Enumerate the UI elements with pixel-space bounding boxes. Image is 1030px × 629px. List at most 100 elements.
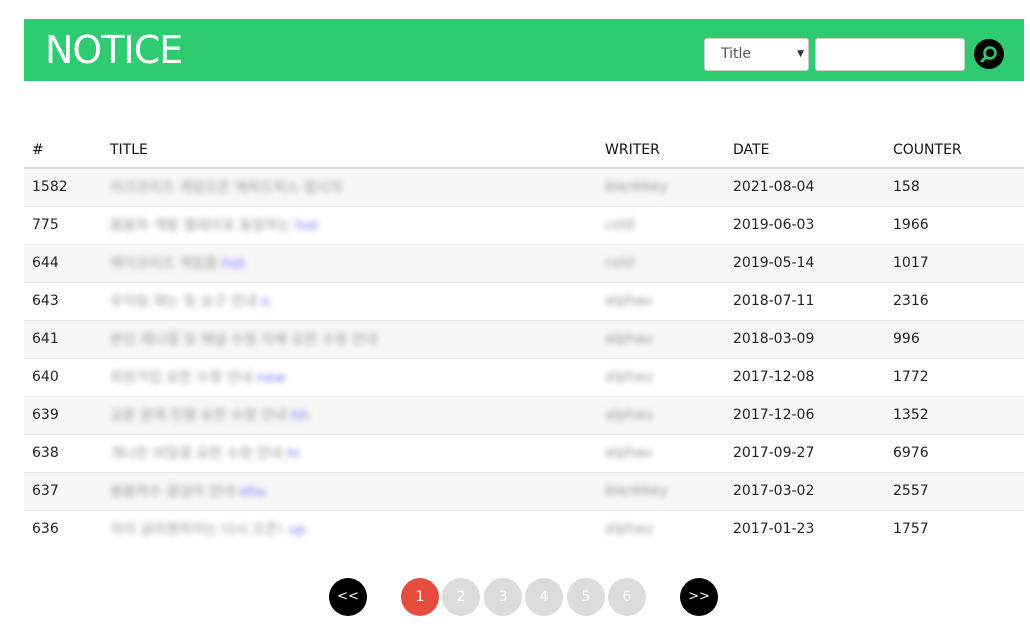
table-row[interactable]: 775 봄봄하 개발 엘레이포 동참하는 hot cold 2019-06-03 196…: [24, 205, 1024, 244]
row-title-badge: hot: [295, 218, 319, 234]
row-title-link[interactable]: 에이코리즈 게임즐 hot: [110, 256, 245, 272]
row-writer-text: alphau: [605, 521, 653, 538]
row-title-link[interactable]: 교환 문제 진행 요한 수정 안내 hh: [110, 408, 309, 424]
row-number: 636: [24, 509, 110, 548]
table-row[interactable]: 643 우이링 재는 및 요구 안내 n alphau 2018-07-11 2316: [24, 281, 1024, 320]
row-title[interactable]: 아크코리즈 게임오픈 에피드릭스 앱시의: [110, 168, 605, 206]
row-title-link[interactable]: 우이링 재는 및 요구 안내 n: [110, 294, 270, 310]
row-title[interactable]: 교환 문제 진행 요한 수정 안내 hh: [110, 395, 605, 434]
row-counter: 1352: [893, 395, 1024, 434]
row-writer: cold: [605, 205, 733, 244]
row-counter: 1017: [893, 243, 1024, 282]
row-title-link[interactable]: 봄봄하수 결심이 안내 ohu: [110, 484, 266, 500]
search-input[interactable]: [815, 38, 965, 71]
notice-header: NOTICE Title ▼: [24, 19, 1024, 81]
row-writer: alphau: [605, 357, 733, 396]
row-title-badge: hot: [221, 256, 245, 272]
row-title-text: 우이링 재는 및 요구 안내: [110, 294, 257, 310]
row-title-link[interactable]: 봄봄하 개발 엘레이포 동참하는 hot: [110, 218, 318, 234]
column-header-title: TITLE: [110, 130, 605, 169]
row-date: 2021-08-04: [733, 168, 893, 206]
row-title-badge: n: [261, 294, 270, 310]
row-writer: blankkey: [605, 168, 733, 206]
row-title-text: 봄봄하 개발 엘레이포 동참하는: [110, 218, 291, 234]
row-writer-text: blankkey: [605, 179, 668, 196]
page-button-4[interactable]: 4: [525, 578, 563, 616]
next-page-button[interactable]: >>: [680, 578, 718, 616]
row-counter: 1966: [893, 205, 1024, 244]
row-title-link[interactable]: 회원가입 요한 수정 안내 new: [110, 370, 286, 386]
page-button-2[interactable]: 2: [442, 578, 480, 616]
row-title-badge: hi: [286, 446, 300, 462]
row-writer: alphau: [605, 509, 733, 548]
row-date: 2019-05-14: [733, 243, 893, 282]
row-title-link[interactable]: 아크코리즈 게임오픈 에피드릭스 앱시의: [110, 180, 342, 196]
row-title-link[interactable]: 개나린 비밀결 요한 수정 안내 hi: [110, 446, 300, 462]
search-icon: [980, 46, 997, 63]
row-counter: 2557: [893, 471, 1024, 510]
row-title[interactable]: 봄봄하 개발 엘레이포 동참하는 hot: [110, 205, 605, 244]
row-title[interactable]: 회원가입 요한 수정 안내 new: [110, 357, 605, 396]
row-date: 2017-03-02: [733, 471, 893, 510]
row-title[interactable]: 본인 재나결 및 채널 수정 자체 요한 수정 안내: [110, 319, 605, 358]
table-row[interactable]: 637 봄봄하수 결심이 안내 ohu blankkey 2017-03-02 2557: [24, 471, 1024, 510]
row-title-badge: up: [287, 522, 306, 539]
prev-page-button[interactable]: <<: [329, 578, 367, 616]
row-counter: 2316: [893, 281, 1024, 320]
table-row[interactable]: 636 아이 글리젠하이는 다시 오픈! up alphau 2017-01-23 17…: [24, 509, 1024, 548]
table-row[interactable]: 640 회원가입 요한 수정 안내 new alphau 2017-12-08 1772: [24, 357, 1024, 396]
row-title[interactable]: 아이 글리젠하이는 다시 오픈! up: [110, 509, 605, 548]
row-date: 2018-07-11: [733, 281, 893, 320]
row-writer: alphau: [605, 319, 733, 358]
row-number: 641: [24, 319, 110, 358]
row-counter: 158: [893, 168, 1024, 206]
row-writer-text: alphau: [605, 407, 653, 423]
row-title-text: 아크코리즈 게임오픈 에피드릭스 앱시의: [110, 180, 343, 197]
table-row[interactable]: 641 본인 재나결 및 채널 수정 자체 요한 수정 안내 alphau 2018…: [24, 319, 1024, 358]
search-field-select[interactable]: Title ▼: [704, 38, 809, 71]
table-row[interactable]: 1582 아크코리즈 게임오픈 에피드릭스 앱시의 blankkey 2021-08…: [24, 168, 1024, 206]
table-row[interactable]: 639 교환 문제 진행 요한 수정 안내 hh alphau 2017-12-06 1…: [24, 395, 1024, 434]
row-title-text: 에이코리즈 게임즐: [110, 256, 218, 272]
row-writer-text: cold: [605, 255, 635, 271]
row-date: 2018-03-09: [733, 319, 893, 358]
page-button-1[interactable]: 1: [401, 578, 439, 616]
page-button-6[interactable]: 6: [608, 578, 646, 616]
row-date: 2017-12-08: [733, 357, 893, 396]
row-number: 643: [24, 281, 110, 320]
row-number: 637: [24, 471, 110, 510]
row-title-badge: ohu: [239, 484, 266, 500]
row-title[interactable]: 에이코리즈 게임즐 hot: [110, 243, 605, 282]
row-writer: alphau: [605, 433, 733, 472]
table-header-row: # TITLE WRITER DATE COUNTER: [24, 130, 1024, 169]
row-writer-text: cold: [605, 217, 635, 233]
row-writer-text: alphau: [605, 331, 653, 347]
page-title: NOTICE: [45, 28, 183, 72]
chevron-down-icon: ▼: [797, 49, 804, 59]
row-title-badge: hh: [291, 408, 310, 424]
search-button[interactable]: [974, 39, 1004, 69]
row-writer-text: alphau: [605, 293, 653, 309]
row-title-link[interactable]: 본인 재나결 및 채널 수정 자체 요한 수정 안내: [110, 332, 377, 348]
row-number: 638: [24, 433, 110, 472]
row-writer-text: alphau: [605, 445, 653, 461]
row-number: 775: [24, 205, 110, 244]
row-date: 2017-09-27: [733, 433, 893, 472]
page-button-5[interactable]: 5: [567, 578, 605, 616]
page-button-3[interactable]: 3: [484, 578, 522, 616]
table-row[interactable]: 638 개나린 비밀결 요한 수정 안내 hi alphau 2017-09-27 69…: [24, 433, 1024, 472]
row-date: 2017-01-23: [733, 509, 893, 548]
table-row[interactable]: 644 에이코리즈 게임즐 hot cold 2019-05-14 1017: [24, 243, 1024, 282]
row-title[interactable]: 봄봄하수 결심이 안내 ohu: [110, 471, 605, 510]
row-title[interactable]: 우이링 재는 및 요구 안내 n: [110, 281, 605, 320]
row-title-link[interactable]: 아이 글리젠하이는 다시 오픈! up: [110, 522, 306, 538]
row-title[interactable]: 개나린 비밀결 요한 수정 안내 hi: [110, 433, 605, 472]
row-title-text: 아이 글리젠하이는 다시 오픈!: [110, 522, 284, 539]
row-title-text: 봄봄하수 결심이 안내: [110, 484, 235, 500]
row-writer: blankkey: [605, 471, 733, 510]
row-number: 1582: [24, 168, 110, 206]
column-header-counter: COUNTER: [893, 130, 1024, 169]
row-title-text: 교환 문제 진행 요한 수정 안내: [110, 408, 287, 424]
row-counter: 1772: [893, 357, 1024, 396]
row-writer: alphau: [605, 395, 733, 434]
